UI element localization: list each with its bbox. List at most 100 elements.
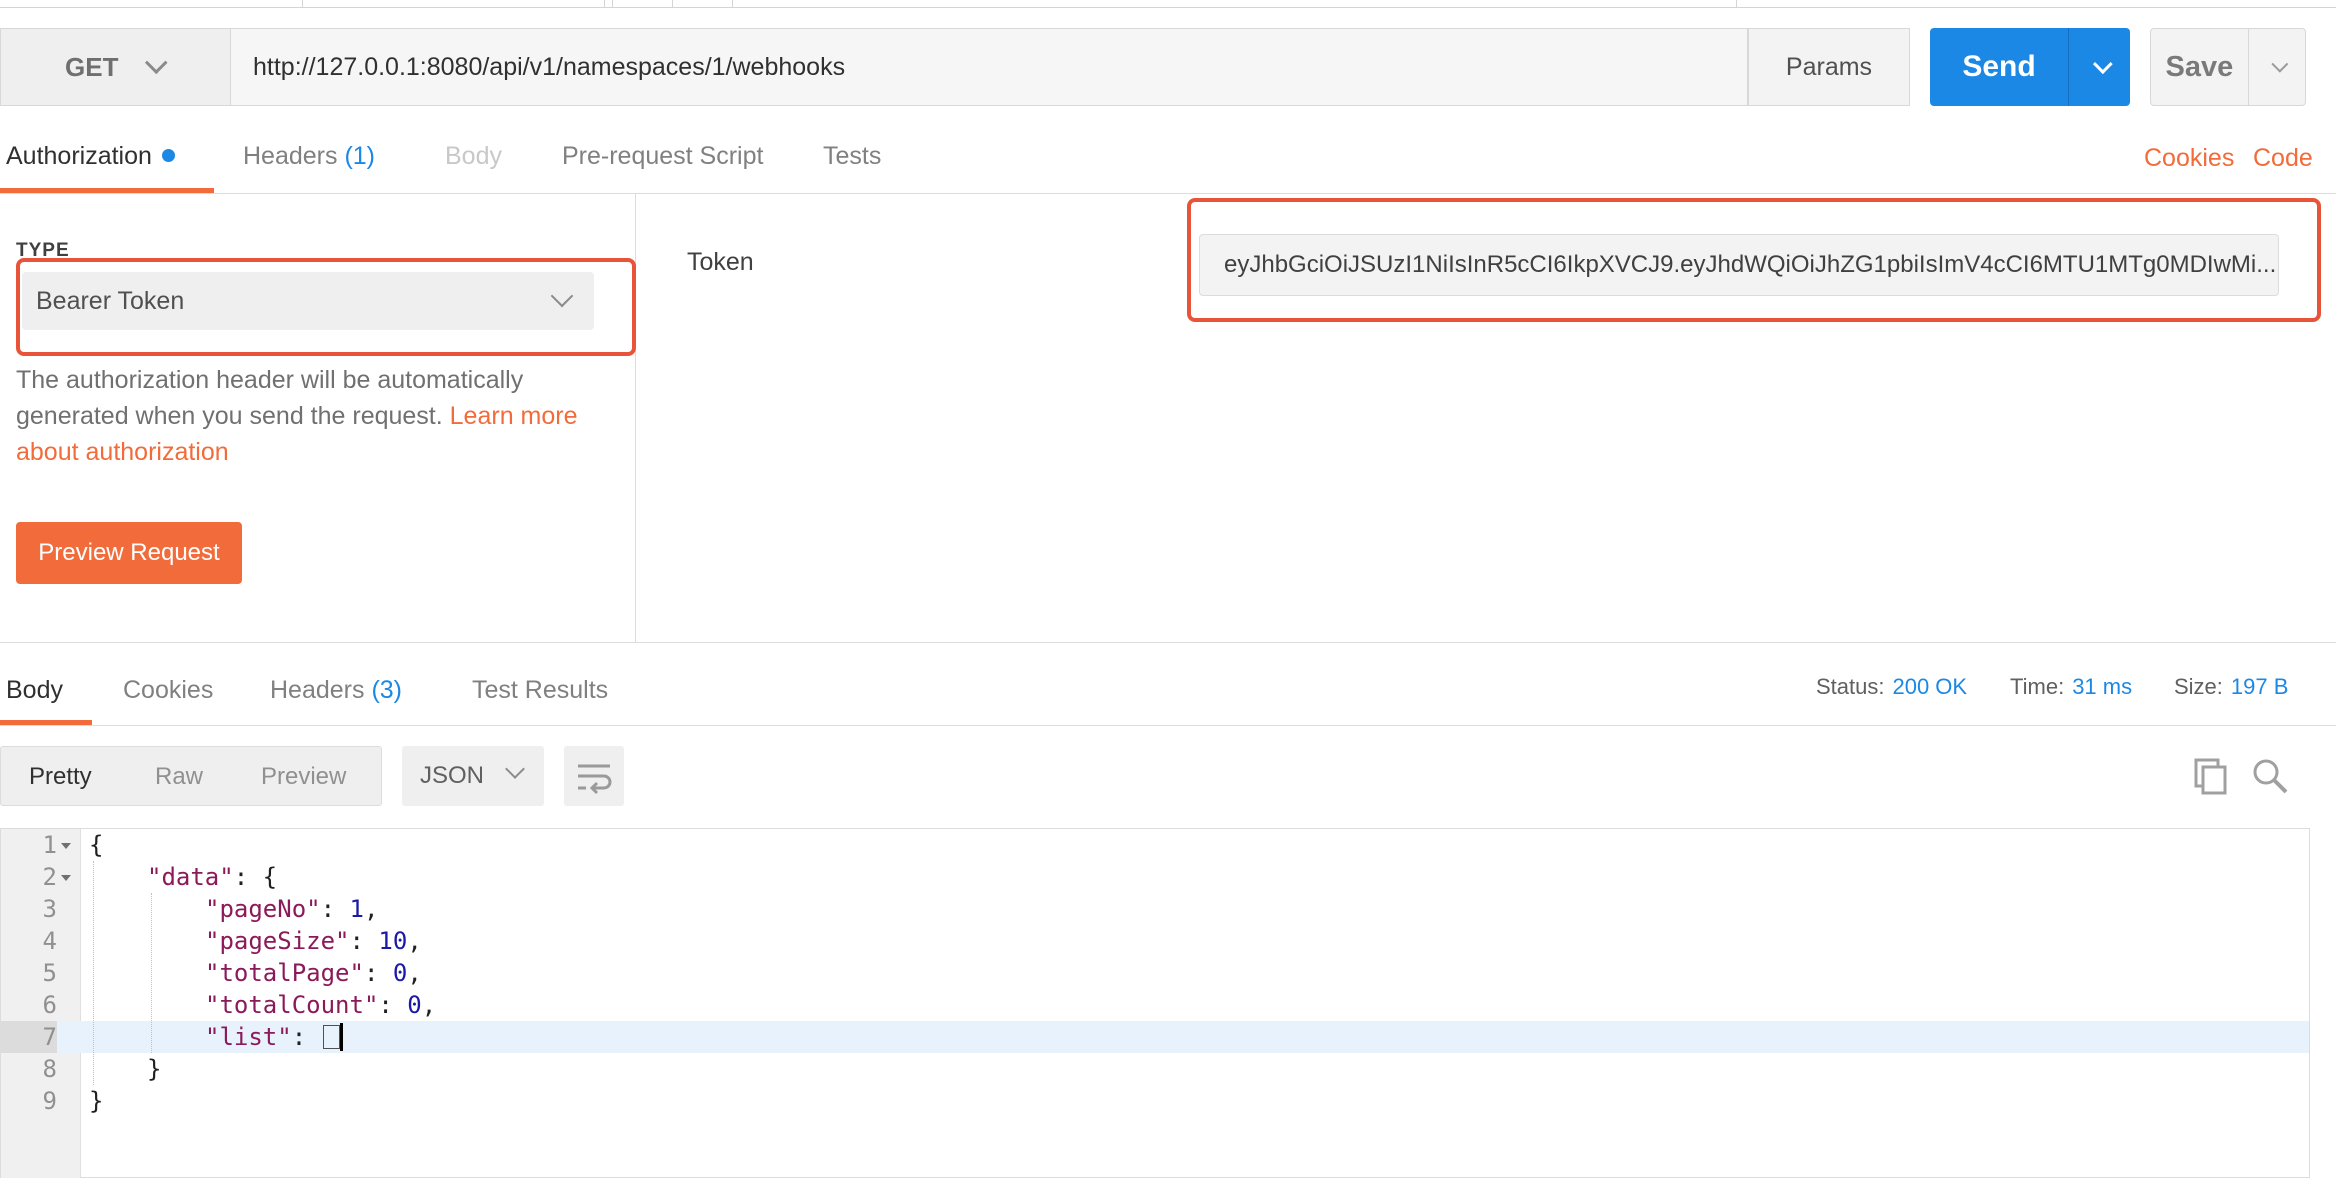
copy-button[interactable]	[2190, 756, 2230, 796]
auth-description-text: The authorization header will be automat…	[16, 366, 524, 430]
save-dropdown[interactable]	[2247, 28, 2305, 106]
tab-prerequest-script[interactable]: Pre-request Script	[562, 142, 763, 171]
json-value: 10	[378, 927, 408, 955]
status-meta: Status: 200 OK	[1816, 674, 1967, 700]
chevron-down-icon	[2271, 55, 2289, 73]
line-number: 3	[42, 895, 57, 923]
active-resp-tab-indicator	[0, 720, 92, 725]
json-key: "list"	[205, 1023, 292, 1051]
resp-tab-headers[interactable]: Headers (3)	[270, 676, 402, 705]
view-pretty[interactable]: Pretty	[29, 763, 92, 791]
line-number: 6	[42, 991, 57, 1019]
send-dropdown[interactable]	[2068, 28, 2130, 106]
tab-headers-count: (1)	[344, 142, 376, 170]
resp-tab-body[interactable]: Body	[6, 676, 63, 705]
copy-icon	[2194, 758, 2227, 795]
status-label: Status:	[1816, 674, 1885, 699]
response-tabs: Body Cookies Headers (3) Test Results St…	[0, 660, 2336, 726]
auth-type-panel: TYPE Bearer Token The authorization head…	[0, 194, 636, 642]
json-key: "totalCount"	[205, 991, 379, 1019]
indent-guide	[93, 861, 94, 1085]
url-input[interactable]: http://127.0.0.1:8080/api/v1/namespaces/…	[230, 28, 1748, 106]
code-line: 1 {	[1, 829, 2309, 861]
resp-tab-cookies[interactable]: Cookies	[123, 676, 213, 705]
size-value: 197 B	[2230, 674, 2289, 699]
time-meta: Time: 31 ms	[2010, 674, 2132, 700]
code-line: 5 "totalPage": 0,	[1, 957, 2309, 989]
line-number: 5	[42, 959, 57, 987]
json-key: "pageNo"	[205, 895, 321, 923]
text-cursor	[339, 1023, 343, 1051]
code-text: : {	[233, 863, 278, 891]
code-text: }	[89, 1087, 104, 1115]
auth-token-panel: Token eyJhbGciOiJSUzI1NiIsInR5cCI6IkpXVC…	[637, 194, 2336, 642]
response-view-bar: Pretty Raw Preview JSON	[0, 746, 2336, 806]
resp-tab-test-results[interactable]: Test Results	[472, 676, 608, 705]
line-number: 2	[42, 863, 57, 891]
line-number: 1	[42, 831, 57, 859]
wrap-lines-button[interactable]	[564, 746, 624, 806]
params-button[interactable]: Params	[1748, 28, 1910, 106]
size-label: Size:	[2174, 674, 2223, 699]
size-meta: Size: 197 B	[2174, 674, 2288, 700]
tab-body[interactable]: Body	[445, 142, 502, 171]
preview-request-button[interactable]: Preview Request	[16, 522, 242, 584]
view-raw[interactable]: Raw	[155, 763, 203, 791]
time-label: Time:	[2010, 674, 2065, 699]
fold-arrow-icon[interactable]	[61, 875, 71, 881]
empty-array-marker	[322, 1025, 340, 1049]
code-link[interactable]: Code	[2253, 144, 2313, 173]
cookies-link[interactable]: Cookies	[2144, 144, 2234, 173]
token-label: Token	[687, 248, 754, 276]
chevron-down-icon	[145, 51, 169, 75]
send-label: Send	[1962, 50, 2036, 83]
active-tab-indicator	[0, 188, 214, 193]
code-line: 3 "pageNo": 1,	[1, 893, 2309, 925]
window-top-strip	[0, 0, 2336, 8]
token-input[interactable]: eyJhbGciOiJSUzI1NiIsInR5cCI6IkpXVCJ9.eyJ…	[1199, 234, 2279, 296]
auth-type-value: Bearer Token	[36, 286, 185, 315]
chevron-down-icon	[505, 759, 525, 779]
url-text: http://127.0.0.1:8080/api/v1/namespaces/…	[253, 52, 846, 81]
chevron-down-icon	[2092, 54, 2113, 75]
tab-headers[interactable]: Headers (1)	[243, 142, 375, 171]
line-number: 8	[42, 1055, 57, 1083]
resp-tab-headers-label: Headers	[270, 676, 365, 704]
code-line-current: 7 "list":	[1, 1021, 2309, 1053]
format-select[interactable]: JSON	[402, 746, 544, 806]
line-number: 4	[42, 927, 57, 955]
code-line: 6 "totalCount": 0,	[1, 989, 2309, 1021]
indent-guide	[151, 893, 152, 1053]
view-preview[interactable]: Preview	[261, 763, 346, 791]
line-number: 9	[42, 1087, 57, 1115]
send-button[interactable]: Send	[1930, 28, 2130, 106]
code-line: 4 "pageSize": 10,	[1, 925, 2309, 957]
method-select[interactable]: GET	[0, 28, 230, 106]
request-tabs: Authorization Headers (1) Body Pre-reque…	[0, 126, 2336, 194]
json-key: "data"	[147, 863, 234, 891]
line-number: 7	[1, 1021, 57, 1053]
status-value: 200 OK	[1892, 674, 1968, 699]
search-icon	[2253, 759, 2288, 794]
fold-arrow-icon[interactable]	[61, 843, 71, 849]
pane-divider	[0, 642, 2336, 643]
code-text: }	[147, 1055, 162, 1083]
type-label: TYPE	[16, 240, 70, 261]
search-button[interactable]	[2250, 756, 2290, 796]
code-text: {	[89, 831, 104, 859]
response-body-editor[interactable]: 1 { 2 "data": { 3 "pageNo": 1, 4 "pageSi…	[0, 828, 2310, 1178]
save-button[interactable]: Save	[2150, 28, 2306, 106]
json-value: 0	[407, 991, 422, 1019]
code-line: 2 "data": {	[1, 861, 2309, 893]
json-value: 1	[349, 895, 364, 923]
tab-tests[interactable]: Tests	[823, 142, 881, 171]
method-label: GET	[65, 51, 119, 82]
request-url-bar: GET http://127.0.0.1:8080/api/v1/namespa…	[0, 28, 2336, 106]
json-key: "pageSize"	[205, 927, 350, 955]
auth-type-select[interactable]: Bearer Token	[22, 272, 594, 330]
wrap-lines-icon	[578, 764, 612, 795]
save-label: Save	[2165, 50, 2234, 83]
tab-authorization[interactable]: Authorization	[6, 142, 175, 171]
tab-headers-label: Headers	[243, 142, 338, 170]
json-value: 0	[392, 959, 408, 987]
